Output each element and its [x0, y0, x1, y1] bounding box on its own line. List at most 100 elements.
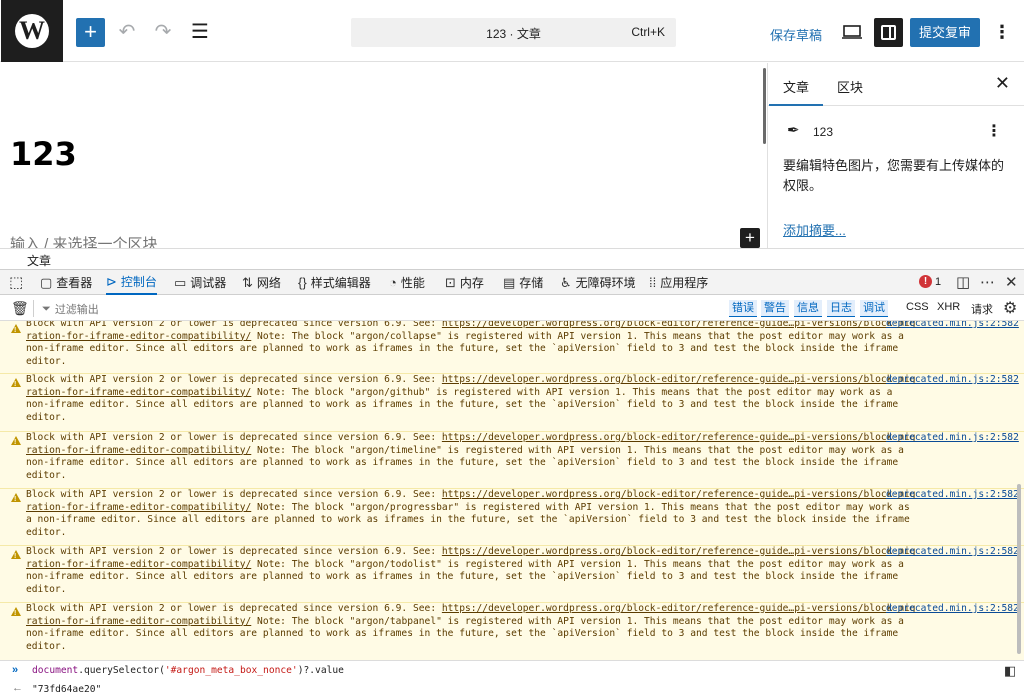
redo-icon[interactable]: ↷ [149, 18, 177, 46]
error-icon: ! [919, 275, 932, 288]
sidebar-icon [881, 25, 896, 40]
wordpress-logo-button[interactable]: W [1, 0, 63, 62]
console-warning[interactable]: Block with API version 2 or lower is dep… [0, 602, 1024, 660]
shortcut-hint: Ctrl+K [631, 25, 665, 39]
warning-icon [11, 436, 21, 450]
add-block-button[interactable]: + [76, 18, 105, 47]
settings-sidebar-toggle[interactable] [874, 18, 903, 47]
wordpress-logo-icon: W [15, 14, 49, 48]
tab-style-editor[interactable]: {} 样式编辑器 [298, 270, 371, 295]
post-pen-icon: ✒ [787, 122, 800, 139]
source-link[interactable]: deprecated.min.js:2:582 [886, 489, 1019, 502]
accessibility-icon: ♿ [560, 274, 572, 290]
console-filter-bar: 🗑 ⏷ 过滤输出 错误 警告 信息 日志 调试 CSS XHR 请求 ⚙ [0, 296, 1024, 321]
tab-label: 存储 [519, 276, 544, 290]
options-menu-icon[interactable]: ⋮ [992, 18, 1012, 47]
document-title: 123 · 文章 [486, 27, 541, 41]
tab-label: 无障碍环境 [575, 276, 636, 290]
inspector-icon: ▢ [40, 274, 53, 290]
console-output: Block with API version 2 or lower is dep… [0, 321, 1024, 660]
debugger-icon: ▭ [174, 274, 187, 290]
warning-icon [11, 324, 21, 338]
tab-label: 内存 [459, 276, 484, 290]
command-palette-bar[interactable]: 123 · 文章 Ctrl+K [351, 18, 676, 47]
tab-application[interactable]: ⁞⁞ 应用程序 [649, 270, 708, 295]
editor-footer-breadcrumb: 文章 [0, 248, 1024, 269]
requests-filter-button[interactable]: 请求 [971, 301, 993, 317]
source-link[interactable]: deprecated.min.js:2:582 [886, 432, 1019, 445]
tab-label: 样式编辑器 [310, 276, 371, 290]
tab-console[interactable]: ⊳ 控制台 [106, 270, 157, 295]
warning-icon [11, 550, 21, 564]
dock-icon[interactable]: ◫ [956, 273, 970, 291]
warning-text: Block with API version 2 or lower is dep… [26, 432, 916, 482]
preview-desktop-icon[interactable] [842, 22, 862, 42]
console-warning[interactable]: Block with API version 2 or lower is dep… [0, 545, 1024, 602]
add-excerpt-link[interactable]: 添加摘要... [783, 220, 846, 239]
separator [33, 300, 34, 317]
source-link[interactable]: deprecated.min.js:2:582 [886, 374, 1019, 387]
settings-sidebar: 文章 区块 ✕ ✒ 123 ⋮ 要编辑特色图片，您需要有上传媒体的权限。 添加摘… [767, 63, 1024, 248]
more-options-icon[interactable]: ⋯ [980, 273, 995, 291]
warning-text: Block with API version 2 or lower is dep… [26, 546, 916, 596]
document-outline-icon[interactable]: ☰ [186, 18, 214, 46]
level-warnings-button[interactable]: 警告 [761, 300, 789, 317]
block-placeholder[interactable]: 输入 / 来选择一个区块 [10, 233, 158, 248]
editor-canvas: 123 输入 / 来选择一个区块 + [0, 63, 767, 248]
source-link[interactable]: deprecated.min.js:2:582 [886, 603, 1019, 616]
sidebar-tabs: 文章 区块 ✕ [768, 63, 1024, 106]
tab-performance[interactable]: ◔ 性能 [389, 270, 425, 295]
editor-mode-icon[interactable]: ◧ [1004, 663, 1016, 679]
tab-label: 应用程序 [660, 276, 709, 290]
tab-inspector[interactable]: ▢ 查看器 [40, 270, 92, 295]
result-value: "73fd64ae20" [32, 684, 102, 695]
close-icon[interactable]: ✕ [995, 73, 1010, 94]
error-count-badge[interactable]: ! 1 [919, 275, 941, 288]
error-count: 1 [935, 275, 942, 288]
submit-for-review-button[interactable]: 提交复审 [910, 18, 980, 47]
close-devtools-icon[interactable]: ✕ [1005, 273, 1018, 291]
tab-memory[interactable]: ⊡ 内存 [445, 270, 484, 295]
filter-output-input[interactable]: ⏷ 过滤输出 [42, 301, 99, 317]
performance-icon: ◔ [389, 275, 397, 290]
css-filter-button[interactable]: CSS [906, 301, 929, 313]
prompt-chevron-icon: » [12, 664, 19, 676]
undo-icon[interactable]: ↶ [113, 18, 141, 46]
filter-placeholder: 过滤输出 [54, 304, 99, 316]
console-icon: ⊳ [106, 273, 117, 289]
level-logs-button[interactable]: 日志 [827, 300, 855, 317]
level-errors-button[interactable]: 错误 [729, 300, 757, 317]
xhr-filter-button[interactable]: XHR [937, 301, 960, 313]
level-info-button[interactable]: 信息 [794, 300, 822, 317]
tab-storage[interactable]: ▤ 存储 [503, 270, 543, 295]
console-warning[interactable]: Block with API version 2 or lower is dep… [0, 488, 1024, 545]
breadcrumb-post[interactable]: 文章 [27, 252, 51, 269]
sidebar-post-title: 123 [813, 125, 834, 139]
console-result-row: ← "73fd64ae20" [0, 680, 1024, 698]
console-input-row[interactable]: » document.querySelector('#argon_meta_bo… [0, 660, 1024, 680]
trash-icon[interactable]: 🗑 [11, 300, 29, 317]
tab-debugger[interactable]: ▭ 调试器 [174, 270, 226, 295]
gear-icon[interactable]: ⚙ [1003, 298, 1017, 318]
canvas-scrollbar[interactable] [763, 68, 766, 144]
devtools-toolbar: ⬚ ▢ 查看器 ⊳ 控制台 ▭ 调试器 ⇅ 网络 {} 样式编辑器 ◔ 性能 ⊡ 内存 ▤ 存储… [0, 269, 1024, 295]
funnel-icon: ⏷ [42, 302, 51, 315]
element-picker-icon[interactable]: ⬚ [9, 273, 23, 291]
console-scrollbar[interactable] [1017, 484, 1021, 654]
block-inserter-button[interactable]: + [740, 228, 760, 248]
source-link[interactable]: deprecated.min.js:2:582 [886, 321, 1019, 331]
save-draft-button[interactable]: 保存草稿 [770, 25, 822, 44]
tab-block[interactable]: 区块 [837, 77, 863, 96]
tab-network[interactable]: ⇅ 网络 [242, 270, 281, 295]
console-warning[interactable]: Block with API version 2 or lower is dep… [0, 373, 1024, 431]
post-title[interactable]: 123 [10, 135, 77, 173]
tab-label: 调试器 [190, 276, 227, 290]
level-debug-button[interactable]: 调试 [860, 300, 888, 317]
source-link[interactable]: deprecated.min.js:2:582 [886, 546, 1019, 559]
console-input[interactable]: document.querySelector('#argon_meta_box_… [32, 665, 344, 676]
post-actions-icon[interactable]: ⋮ [986, 121, 1002, 141]
warning-text: Block with API version 2 or lower is dep… [26, 321, 916, 368]
tab-accessibility[interactable]: ♿ 无障碍环境 [560, 270, 636, 295]
console-warning[interactable]: Block with API version 2 or lower is dep… [0, 431, 1024, 488]
tab-post[interactable]: 文章 [768, 77, 824, 106]
